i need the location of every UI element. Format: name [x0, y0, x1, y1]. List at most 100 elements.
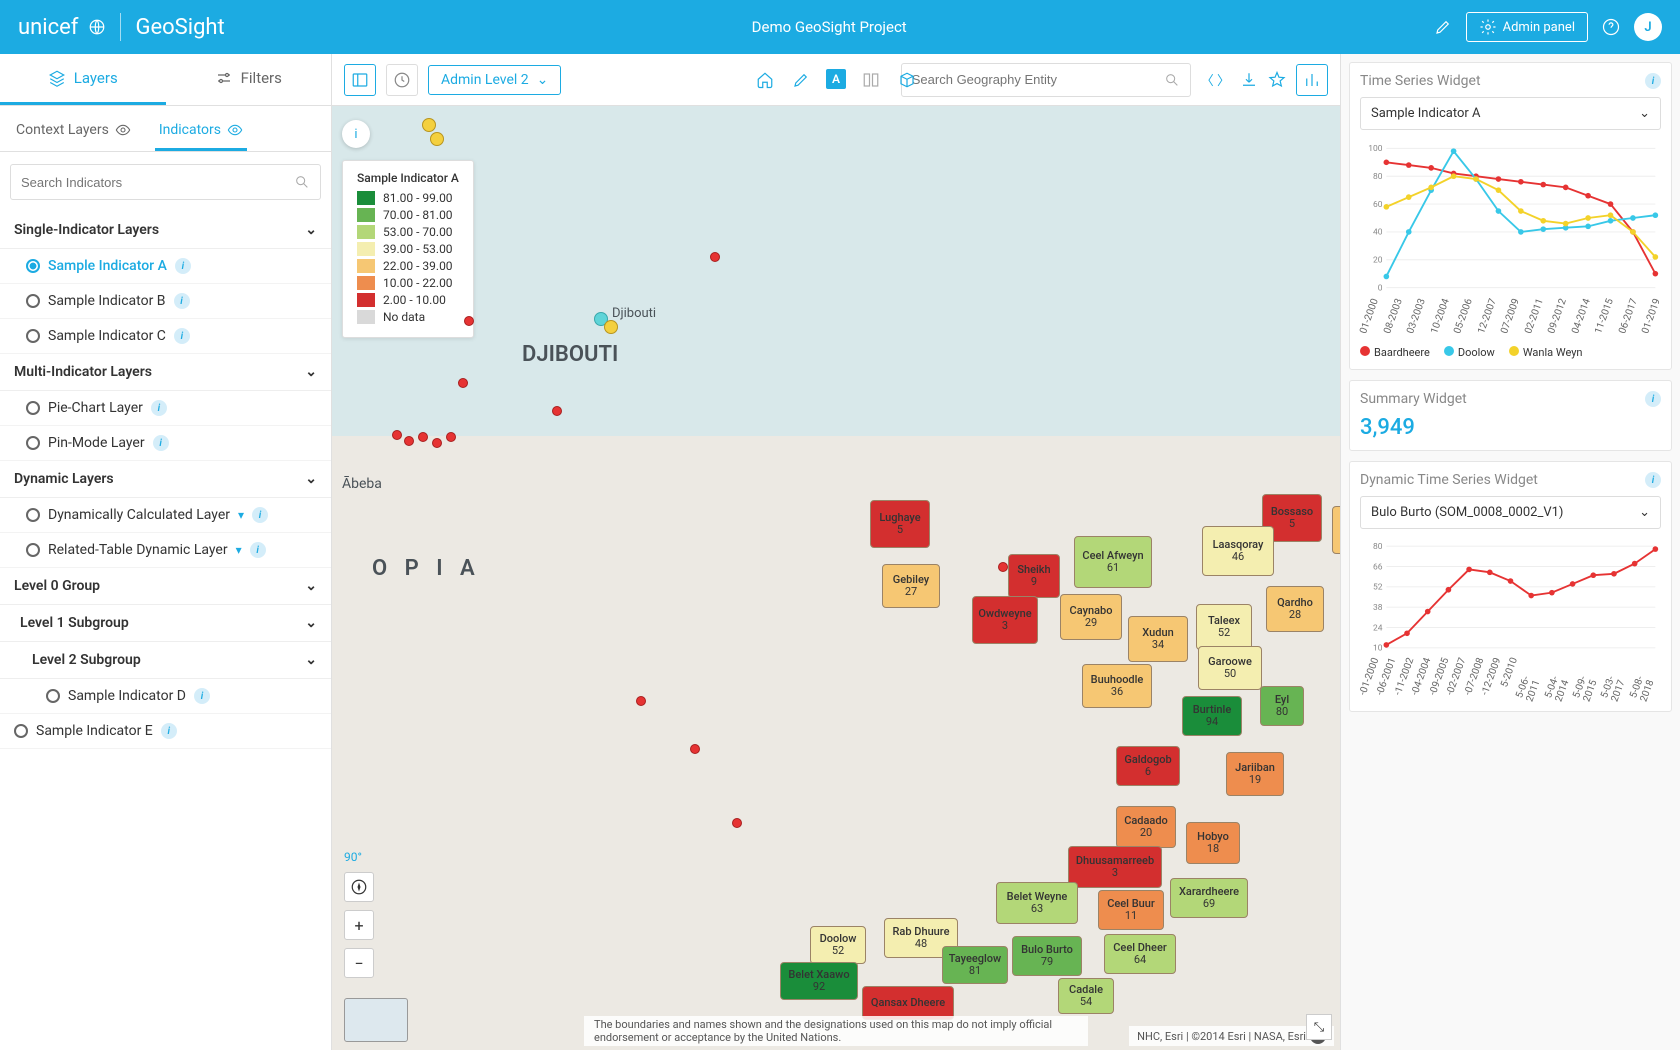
indicator-search-input[interactable]	[21, 175, 294, 190]
chevron-down-icon: ⌄	[305, 615, 317, 631]
indicator-search[interactable]	[10, 164, 321, 200]
layer-sample-indicator-c[interactable]: Sample Indicator Ci	[0, 319, 331, 354]
3d-icon[interactable]	[896, 69, 918, 91]
map-region[interactable]: Lughaye5	[870, 500, 930, 548]
group-multi-indicator[interactable]: Multi-Indicator Layers⌄	[0, 354, 331, 391]
clock-button[interactable]	[386, 64, 418, 96]
chevron-down-icon: ⌄	[305, 471, 317, 487]
label-toggle-icon[interactable]: A	[826, 69, 846, 89]
collapse-widget-panel-button[interactable]: ⤡	[1306, 1014, 1332, 1040]
map-region[interactable]: Caynabo29	[1060, 594, 1122, 640]
map-region[interactable]: Sheikh9	[1008, 554, 1060, 598]
info-icon[interactable]: i	[174, 293, 190, 309]
map-region[interactable]: Belet Xaawo92	[780, 962, 858, 1000]
map-region[interactable]: Galdogob6	[1116, 746, 1180, 786]
info-icon[interactable]: i	[1645, 73, 1661, 89]
tab-filters[interactable]: Filters	[166, 54, 332, 105]
map-region[interactable]: Eyl80	[1260, 686, 1304, 726]
map-region[interactable]: Cadaado20	[1116, 806, 1176, 848]
map-region[interactable]: Hobyo18	[1186, 822, 1240, 864]
nav-arrows-icon[interactable]: 〈 〉	[1201, 70, 1230, 89]
map-region[interactable]: Garoowe50	[1198, 646, 1262, 690]
info-icon[interactable]: i	[153, 435, 169, 451]
group-level-1[interactable]: Level 1 Subgroup⌄	[0, 605, 331, 642]
widget-panel-toggle[interactable]	[1296, 64, 1328, 96]
filter-icon[interactable]: ▾	[236, 543, 242, 557]
map-region[interactable]: Buuhoodle36	[1082, 664, 1152, 708]
map-canvas[interactable]: i Sample Indicator A 81.00 - 99.0070.00 …	[332, 106, 1340, 1050]
legend-swatch-icon	[357, 191, 375, 205]
map-region[interactable]: Taleex52	[1196, 604, 1252, 650]
tab-layers[interactable]: Layers	[0, 54, 166, 105]
map-info-button[interactable]: i	[342, 120, 370, 148]
layer-related-table[interactable]: Related-Table Dynamic Layer▾i	[0, 533, 331, 568]
map-rotation-label[interactable]: 90°	[344, 850, 374, 864]
subtab-context-layers[interactable]: Context Layers	[12, 112, 135, 151]
compare-icon[interactable]	[860, 69, 882, 91]
layer-pie-chart[interactable]: Pie-Chart Layeri	[0, 391, 331, 426]
info-icon[interactable]: i	[1645, 472, 1661, 488]
filter-icon[interactable]: ▾	[238, 508, 244, 522]
map-region[interactable]: Xarardheere69	[1170, 878, 1248, 918]
layer-sample-indicator-a[interactable]: Sample Indicator Ai	[0, 249, 331, 284]
map-region[interactable]: Cadale54	[1058, 978, 1114, 1014]
edit-icon[interactable]	[1434, 18, 1452, 36]
geography-search[interactable]	[901, 63, 1191, 97]
layer-sample-indicator-e[interactable]: Sample Indicator Ei	[0, 714, 331, 749]
map-legend: Sample Indicator A 81.00 - 99.0070.00 - …	[342, 160, 474, 338]
minimap[interactable]	[344, 998, 408, 1042]
map-region[interactable]: Ceel Dheer64	[1104, 934, 1176, 974]
zoom-out-button[interactable]: −	[344, 948, 374, 978]
map-region[interactable]: Owdweyne3	[972, 596, 1038, 644]
panel-toggle-button[interactable]	[344, 64, 376, 96]
help-icon[interactable]	[1602, 18, 1620, 36]
svg-text:0: 0	[1378, 283, 1383, 293]
download-icon[interactable]	[1240, 71, 1258, 89]
chart-x-label: 12-2007	[1476, 297, 1499, 335]
layer-pin-mode[interactable]: Pin-Mode Layeri	[0, 426, 331, 461]
map-region[interactable]: Bulo Burto79	[1012, 936, 1082, 976]
dts-selector[interactable]: Bulo Burto (SOM_0008_0002_V1)⌄	[1360, 496, 1661, 529]
bookmark-icon[interactable]	[1268, 71, 1286, 89]
layer-sample-indicator-b[interactable]: Sample Indicator Bi	[0, 284, 331, 319]
map-region[interactable]: Dhuusamarreeb3	[1068, 846, 1162, 888]
map-region[interactable]: Ceel Afweyn61	[1074, 536, 1152, 588]
map-region[interactable]: Doolow52	[810, 926, 866, 964]
map-attribution: NHC, Esri | ©2014 Esri | NASA, Esri i	[1129, 1026, 1334, 1046]
group-level-2[interactable]: Level 2 Subgroup⌄	[0, 642, 331, 679]
layer-sample-indicator-d[interactable]: Sample Indicator Di	[0, 679, 331, 714]
group-level-0[interactable]: Level 0 Group⌄	[0, 568, 331, 605]
map-region[interactable]: Qardho28	[1266, 586, 1324, 632]
user-avatar[interactable]: J	[1634, 13, 1662, 41]
geography-search-input[interactable]	[912, 72, 1164, 87]
map-region[interactable]: Burtinle94	[1182, 696, 1242, 736]
map-region[interactable]: Belet Weyne63	[996, 882, 1078, 924]
admin-panel-button[interactable]: Admin panel	[1466, 12, 1588, 42]
map-region[interactable]: Tayeeglow81	[942, 946, 1008, 984]
map-region[interactable]: Laasqoray46	[1202, 526, 1274, 576]
admin-level-dropdown[interactable]: Admin Level 2⌄	[428, 65, 561, 95]
map-region[interactable]: Gebiley27	[882, 564, 940, 608]
info-icon[interactable]: i	[161, 723, 177, 739]
zoom-in-button[interactable]: +	[344, 910, 374, 940]
group-single-indicator[interactable]: Single-Indicator Layers⌄	[0, 212, 331, 249]
layer-dynamic-calculated[interactable]: Dynamically Calculated Layer▾i	[0, 498, 331, 533]
info-icon[interactable]: i	[194, 688, 210, 704]
compass-button[interactable]	[344, 872, 374, 902]
info-icon[interactable]: i	[250, 542, 266, 558]
group-dynamic[interactable]: Dynamic Layers⌄	[0, 461, 331, 498]
map-region[interactable]: Jariiban19	[1226, 752, 1284, 796]
home-icon[interactable]	[754, 69, 776, 91]
info-icon[interactable]: i	[151, 400, 167, 416]
map-region[interactable]: Ceel Buur11	[1098, 890, 1164, 930]
map-region[interactable]: Qansax Dheere	[862, 986, 954, 1020]
info-icon[interactable]: i	[174, 328, 190, 344]
map-region[interactable]: Iskushuban27	[1332, 506, 1340, 554]
ts-indicator-selector[interactable]: Sample Indicator A⌄	[1360, 97, 1661, 130]
info-icon[interactable]: i	[1645, 391, 1661, 407]
measure-icon[interactable]	[790, 69, 812, 91]
map-region[interactable]: Xudun34	[1128, 616, 1188, 662]
info-icon[interactable]: i	[252, 507, 268, 523]
info-icon[interactable]: i	[175, 258, 191, 274]
subtab-indicators[interactable]: Indicators	[155, 112, 247, 151]
